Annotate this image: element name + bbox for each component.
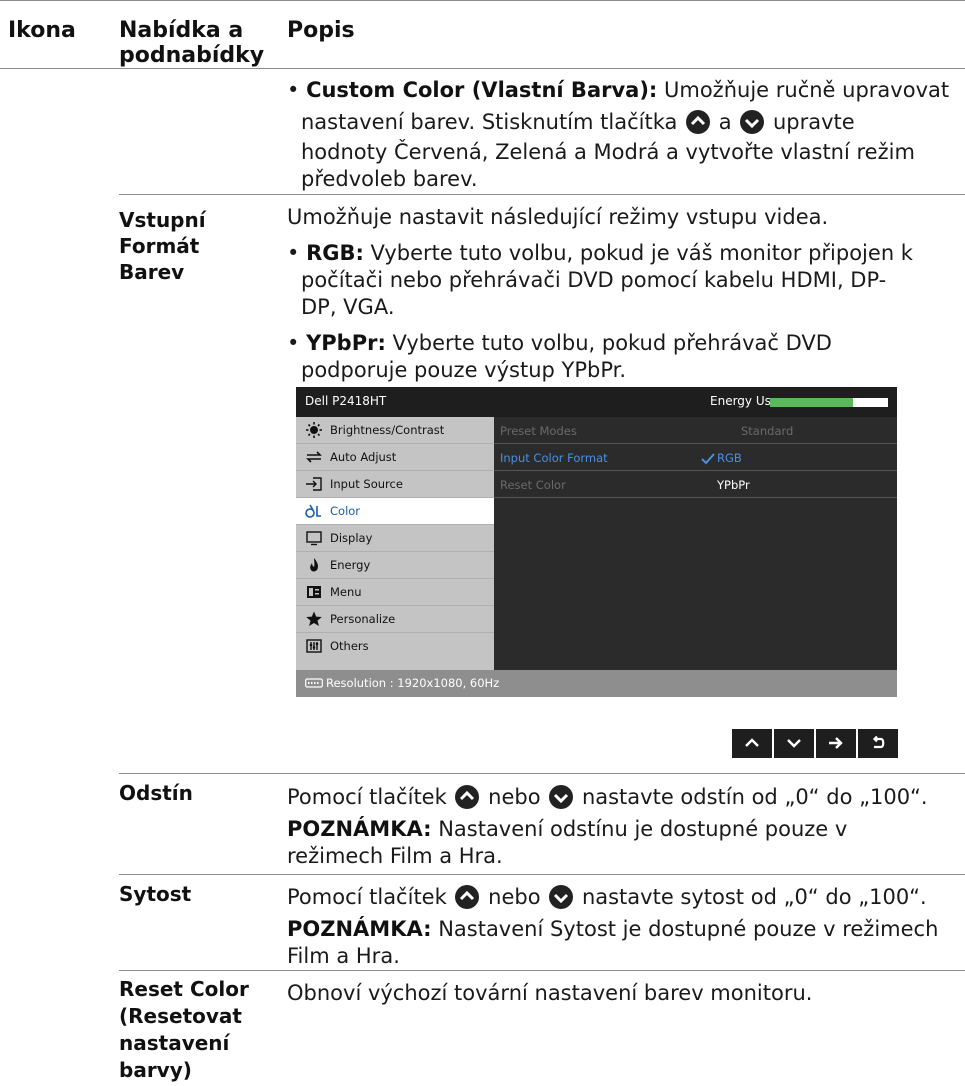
- next-button[interactable]: [816, 729, 856, 758]
- auto-adjust-icon: [306, 451, 322, 463]
- osd-menu-brightness[interactable]: Brightness/Contrast: [296, 417, 494, 444]
- top-rule: [0, 0, 965, 1]
- star-icon: [306, 611, 322, 626]
- osd-menu-color[interactable]: Color: [296, 498, 494, 525]
- header-menu-line1: Nabídka a: [119, 18, 244, 43]
- osd-menu-auto-adjust[interactable]: Auto Adjust: [296, 444, 494, 471]
- osd-content-panel: Preset Modes Standard Input Color Format…: [494, 417, 897, 670]
- input-color-format-menu: Vstupní Formát Barev: [119, 208, 206, 284]
- hue-description: Pomocí tlačítek nebo nastavte odstín od …: [287, 785, 928, 868]
- osd-model-title: Dell P2418HT: [305, 394, 387, 408]
- saturation-description: Pomocí tlačítek nebo nastavte sytost od …: [287, 885, 939, 968]
- color-icon: [305, 504, 321, 518]
- down-button-icon: [549, 785, 574, 809]
- menu-icon: [307, 586, 321, 598]
- input-color-format-description: Umožňuje nastavit následující režimy vst…: [287, 205, 913, 382]
- ypbpr-label: YPbPr:: [306, 331, 386, 355]
- custom-color-label: Custom Color (Vlastní Barva):: [306, 78, 658, 102]
- check-icon: [701, 453, 715, 465]
- saturation-note-label: POZNÁMKA:: [287, 917, 432, 941]
- down-button-icon: [740, 110, 765, 134]
- display-icon: [306, 531, 322, 546]
- osd-menu-others[interactable]: Others: [296, 633, 494, 660]
- osd-menu-energy[interactable]: Energy: [296, 552, 494, 579]
- connector-icon: [305, 678, 323, 688]
- up-button-icon: [455, 785, 480, 809]
- osd-menu-input-source[interactable]: Input Source: [296, 471, 494, 498]
- row-rule-4: [119, 970, 965, 971]
- saturation-menu: Sytost: [119, 882, 192, 906]
- energy-icon: [310, 558, 318, 572]
- hue-menu: Odstín: [119, 781, 193, 805]
- osd-menu-personalize[interactable]: Personalize: [296, 606, 494, 633]
- custom-color-description: • Custom Color (Vlastní Barva): Umožňuje…: [287, 78, 950, 191]
- reset-color-description: Obnoví výchozí tovární nastavení barev m…: [287, 981, 813, 1005]
- osd-menu-screenshot: Dell P2418HT Energy Use Brightness/Contr…: [296, 387, 897, 697]
- row-rule-1: [119, 194, 965, 195]
- energy-use-fill: [770, 398, 853, 407]
- osd-title-bar: Dell P2418HT Energy Use: [296, 387, 897, 417]
- header-icon-column: Ikona: [8, 18, 76, 43]
- chevron-up-icon: [745, 738, 759, 747]
- down-button[interactable]: [774, 729, 814, 758]
- osd-sidebar: Brightness/Contrast Auto Adjust Input So…: [296, 417, 494, 670]
- osd-resolution-bar: Resolution : 1920x1080, 60Hz: [296, 670, 897, 697]
- return-icon: [872, 736, 885, 749]
- osd-row-preset-modes[interactable]: Preset Modes Standard: [494, 417, 897, 444]
- rgb-label: RGB:: [306, 241, 364, 265]
- energy-use-bar: [770, 398, 888, 407]
- osd-row-input-color-format[interactable]: Input Color Format RGB: [494, 444, 897, 471]
- header-menu-line2: podnabídky: [119, 43, 265, 68]
- energy-use-label: Energy Use: [710, 394, 779, 408]
- osd-menu-display[interactable]: Display: [296, 525, 494, 552]
- osd-menu-menu[interactable]: Menu: [296, 579, 494, 606]
- header-description-column: Popis: [287, 18, 355, 43]
- header-rule: [0, 68, 965, 69]
- reset-color-menu: Reset Color (Resetovat nastavení barvy): [119, 977, 249, 1082]
- up-button-icon: [686, 110, 711, 134]
- brightness-icon: [306, 422, 322, 438]
- row-rule-3: [119, 874, 965, 875]
- up-button[interactable]: [732, 729, 772, 758]
- others-icon: [306, 639, 322, 653]
- down-button-icon: [549, 885, 574, 909]
- arrow-right-icon: [829, 737, 843, 749]
- back-button[interactable]: [858, 729, 898, 758]
- chevron-down-icon: [787, 739, 801, 748]
- row-rule-2: [119, 773, 965, 774]
- up-button-icon: [455, 885, 480, 909]
- hue-note-label: POZNÁMKA:: [287, 817, 432, 841]
- header-menu-column: Nabídka a podnabídky: [119, 18, 264, 68]
- input-source-icon: [306, 477, 322, 491]
- osd-row-reset-color[interactable]: Reset Color YPbPr: [494, 471, 897, 498]
